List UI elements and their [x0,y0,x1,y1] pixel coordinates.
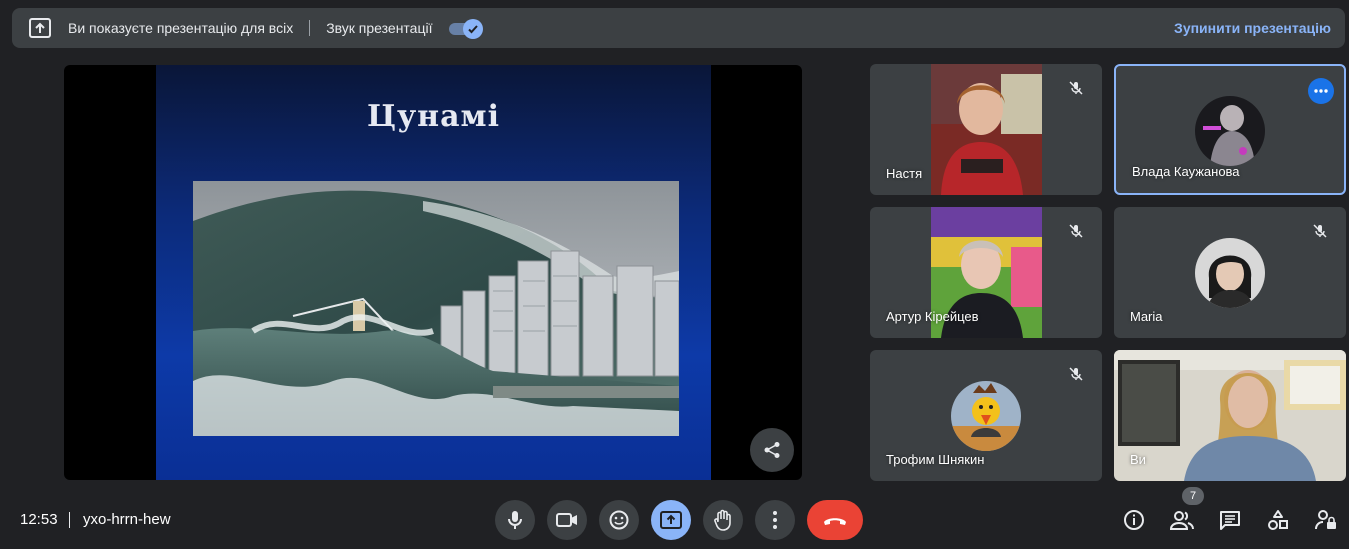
share-icon [764,442,780,458]
hang-up-icon [824,518,846,525]
participant-tile[interactable]: Настя [870,64,1102,195]
raise-hand-button[interactable] [703,500,743,540]
participant-name: Трофим Шнякин [886,452,985,467]
mic-off-icon [1064,76,1088,100]
tsunami-image [193,181,679,436]
participant-avatar [1195,238,1265,308]
mic-off-icon [1064,362,1088,386]
participant-video [931,64,1042,195]
participant-avatar [951,381,1021,451]
more-horizontal-icon [1314,89,1328,93]
presentation-stage: Цунамі [64,65,802,480]
meeting-details-button[interactable] [1122,508,1146,532]
smiley-icon [609,510,629,530]
participant-tile[interactable]: Артур Кірейцев [870,207,1102,338]
present-screen-icon [660,511,682,529]
presentation-sound-toggle[interactable] [448,19,485,39]
participant-name: Ви [1130,452,1146,467]
microphone-icon [508,511,522,529]
presentation-sound-label: Звук презентації [326,20,433,36]
meeting-time: 12:53 [20,511,58,528]
mic-off-icon [1308,219,1332,243]
activities-button[interactable] [1266,508,1290,532]
bottom-divider [69,512,70,528]
presenting-text: Ви показуєте презентацію для всіх [68,20,294,36]
share-button[interactable] [750,428,794,472]
present-screen-icon [28,16,52,40]
video-camera-icon [556,513,577,527]
check-icon [462,19,483,39]
participant-avatar [1195,96,1265,166]
presenting-banner: Ви показуєте презентацію для всіх Звук п… [12,8,1345,48]
lock-person-icon [1315,510,1336,530]
participant-name: Maria [1130,309,1163,324]
participant-name: Артур Кірейцев [886,309,979,324]
participant-tile-active[interactable]: Влада Каужанова [1114,64,1346,195]
info-icon [1124,510,1144,530]
host-controls-button[interactable] [1314,508,1338,532]
participant-tile-self[interactable]: Ви [1114,350,1346,481]
chat-icon [1220,511,1240,530]
chat-button[interactable] [1218,508,1242,532]
participants-button[interactable] [1170,508,1194,532]
banner-divider [309,20,311,36]
more-vertical-icon [773,511,777,529]
shapes-icon [1268,510,1288,530]
people-icon [1170,511,1194,530]
participant-name: Настя [886,166,923,181]
participant-tile[interactable]: Трофим Шнякин [870,350,1102,481]
mic-off-icon [1064,219,1088,243]
more-options-button[interactable] [1308,78,1334,104]
camera-button[interactable] [547,500,587,540]
participant-tile[interactable]: Maria [1114,207,1346,338]
microphone-button[interactable] [495,500,535,540]
participant-name: Влада Каужанова [1132,164,1240,179]
self-video [1114,350,1346,481]
more-options-button[interactable] [755,500,795,540]
stop-presenting-button[interactable]: Зупинити презентацію [1174,20,1331,36]
slide-title: Цунамі [366,99,501,134]
hand-icon [714,509,731,531]
meeting-code: yxo-hrrn-hew [83,511,171,528]
present-now-button[interactable] [651,500,691,540]
leave-call-button[interactable] [807,500,863,540]
emoji-reactions-button[interactable] [599,500,639,540]
participants-count-badge: 7 [1182,487,1204,505]
slide: Цунамі [156,65,711,480]
